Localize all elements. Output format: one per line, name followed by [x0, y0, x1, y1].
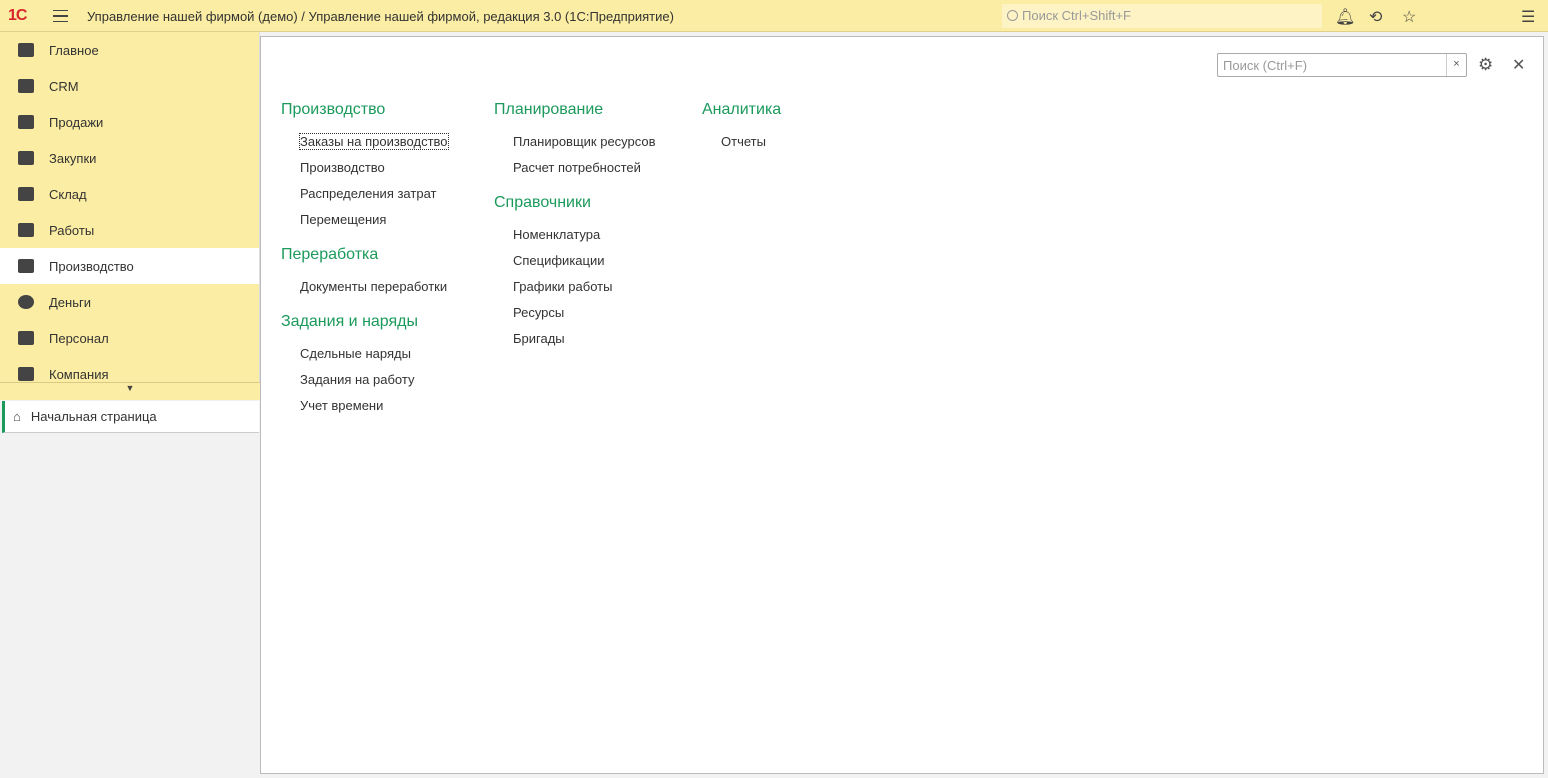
group-title: Задания и наряды	[281, 313, 419, 330]
link-nomenclature[interactable]: Номенклатура	[513, 227, 656, 253]
bell-icon[interactable]: 🔔︎	[1335, 7, 1355, 27]
link-piece-orders[interactable]: Сдельные наряды	[300, 346, 448, 372]
link-production-orders[interactable]: Заказы на производство	[299, 133, 449, 160]
factory-icon	[18, 259, 34, 273]
search-placeholder: Поиск Ctrl+Shift+F	[1022, 8, 1131, 23]
home-page-label: Начальная страница	[30, 409, 157, 424]
sidebar-item-personnel[interactable]: Персонал	[0, 320, 259, 356]
sidebar: Главное CRM Продажи Закупки Склад Работы…	[0, 32, 260, 382]
group-title: Справочники	[494, 194, 591, 211]
logo-1c: 1С	[8, 7, 27, 24]
sidebar-scroll-down[interactable]: ▼	[0, 382, 260, 400]
link-resource-planner[interactable]: Планировщик ресурсов	[513, 134, 656, 160]
group-title: Планирование	[494, 101, 604, 118]
panel-search-input[interactable]: Поиск (Ctrl+F) ×	[1217, 53, 1467, 77]
clear-search-button[interactable]: ×	[1446, 54, 1466, 76]
sidebar-item-label: Компания	[49, 366, 109, 382]
window-title: Управление нашей фирмой (демо) / Управле…	[87, 9, 674, 24]
sidebar-item-money[interactable]: Деньги	[0, 284, 259, 320]
sidebar-item-purchases[interactable]: Закупки	[0, 140, 259, 176]
link-processing-docs[interactable]: Документы переработки	[300, 279, 448, 305]
home-page-tab[interactable]: ⌂ Начальная страница	[2, 401, 259, 433]
group-title: Производство	[281, 101, 386, 118]
menu-icon[interactable]	[53, 10, 68, 22]
search-icon	[1007, 10, 1018, 21]
sidebar-item-production[interactable]: Производство	[0, 248, 259, 284]
sidebar-item-label: Главное	[49, 42, 99, 58]
close-icon[interactable]: ✕	[1512, 55, 1525, 75]
ruble-icon	[18, 295, 34, 309]
group-title: Аналитика	[702, 101, 782, 118]
link-needs-calculation[interactable]: Расчет потребностей	[513, 160, 656, 186]
column-1: Производство Заказы на производство Прои…	[281, 101, 449, 432]
link-reports[interactable]: Отчеты	[721, 134, 781, 160]
flag-icon	[18, 367, 34, 381]
sidebar-item-label: Производство	[49, 258, 134, 274]
people-icon	[18, 331, 34, 345]
sidebar-item-label: Персонал	[49, 330, 109, 346]
star-icon[interactable]: ☆	[1402, 7, 1416, 27]
tools-icon	[18, 223, 34, 237]
link-work-tasks[interactable]: Задания на работу	[300, 372, 448, 398]
top-bar: 1С Управление нашей фирмой (демо) / Упра…	[0, 0, 1548, 32]
search-placeholder: Поиск (Ctrl+F)	[1223, 58, 1308, 73]
link-time-tracking[interactable]: Учет времени	[300, 398, 448, 424]
sidebar-item-label: Склад	[49, 186, 87, 202]
sidebar-item-main[interactable]: Главное	[0, 32, 259, 68]
sidebar-item-sales[interactable]: Продажи	[0, 104, 259, 140]
group-title: Переработка	[281, 246, 379, 263]
link-brigades[interactable]: Бригады	[513, 331, 656, 357]
sidebar-item-crm[interactable]: CRM	[0, 68, 259, 104]
link-cost-allocation[interactable]: Распределения затрат	[300, 186, 448, 212]
sidebar-item-label: Деньги	[49, 294, 91, 310]
basket-icon	[18, 115, 34, 129]
warehouse-icon	[18, 187, 34, 201]
sidebar-item-label: CRM	[49, 78, 79, 94]
settings-menu-icon[interactable]: ☰	[1521, 7, 1535, 27]
link-work-schedules[interactable]: Графики работы	[513, 279, 656, 305]
sidebar-item-label: Закупки	[49, 150, 97, 166]
sidebar-item-warehouse[interactable]: Склад	[0, 176, 259, 212]
section-panel: Поиск (Ctrl+F) × ⚙ ✕ Производство Заказы …	[260, 36, 1544, 774]
sidebar-item-label: Работы	[49, 222, 95, 238]
global-search-input[interactable]: Поиск Ctrl+Shift+F	[1002, 4, 1322, 28]
cart-icon	[18, 151, 34, 165]
list-icon	[18, 43, 34, 57]
column-3: Аналитика Отчеты	[702, 101, 781, 168]
sidebar-item-works[interactable]: Работы	[0, 212, 259, 248]
gear-icon[interactable]: ⚙	[1478, 55, 1493, 75]
sidebar-item-label: Продажи	[49, 114, 104, 130]
column-2: Планирование Планировщик ресурсов Расчет…	[494, 101, 656, 365]
home-icon: ⌂	[13, 409, 21, 424]
link-transfers[interactable]: Перемещения	[300, 212, 448, 238]
link-specifications[interactable]: Спецификации	[513, 253, 656, 279]
contact-card-icon	[18, 79, 34, 93]
link-production[interactable]: Производство	[300, 160, 448, 186]
link-resources[interactable]: Ресурсы	[513, 305, 656, 331]
history-icon[interactable]: ⟲	[1369, 7, 1382, 27]
